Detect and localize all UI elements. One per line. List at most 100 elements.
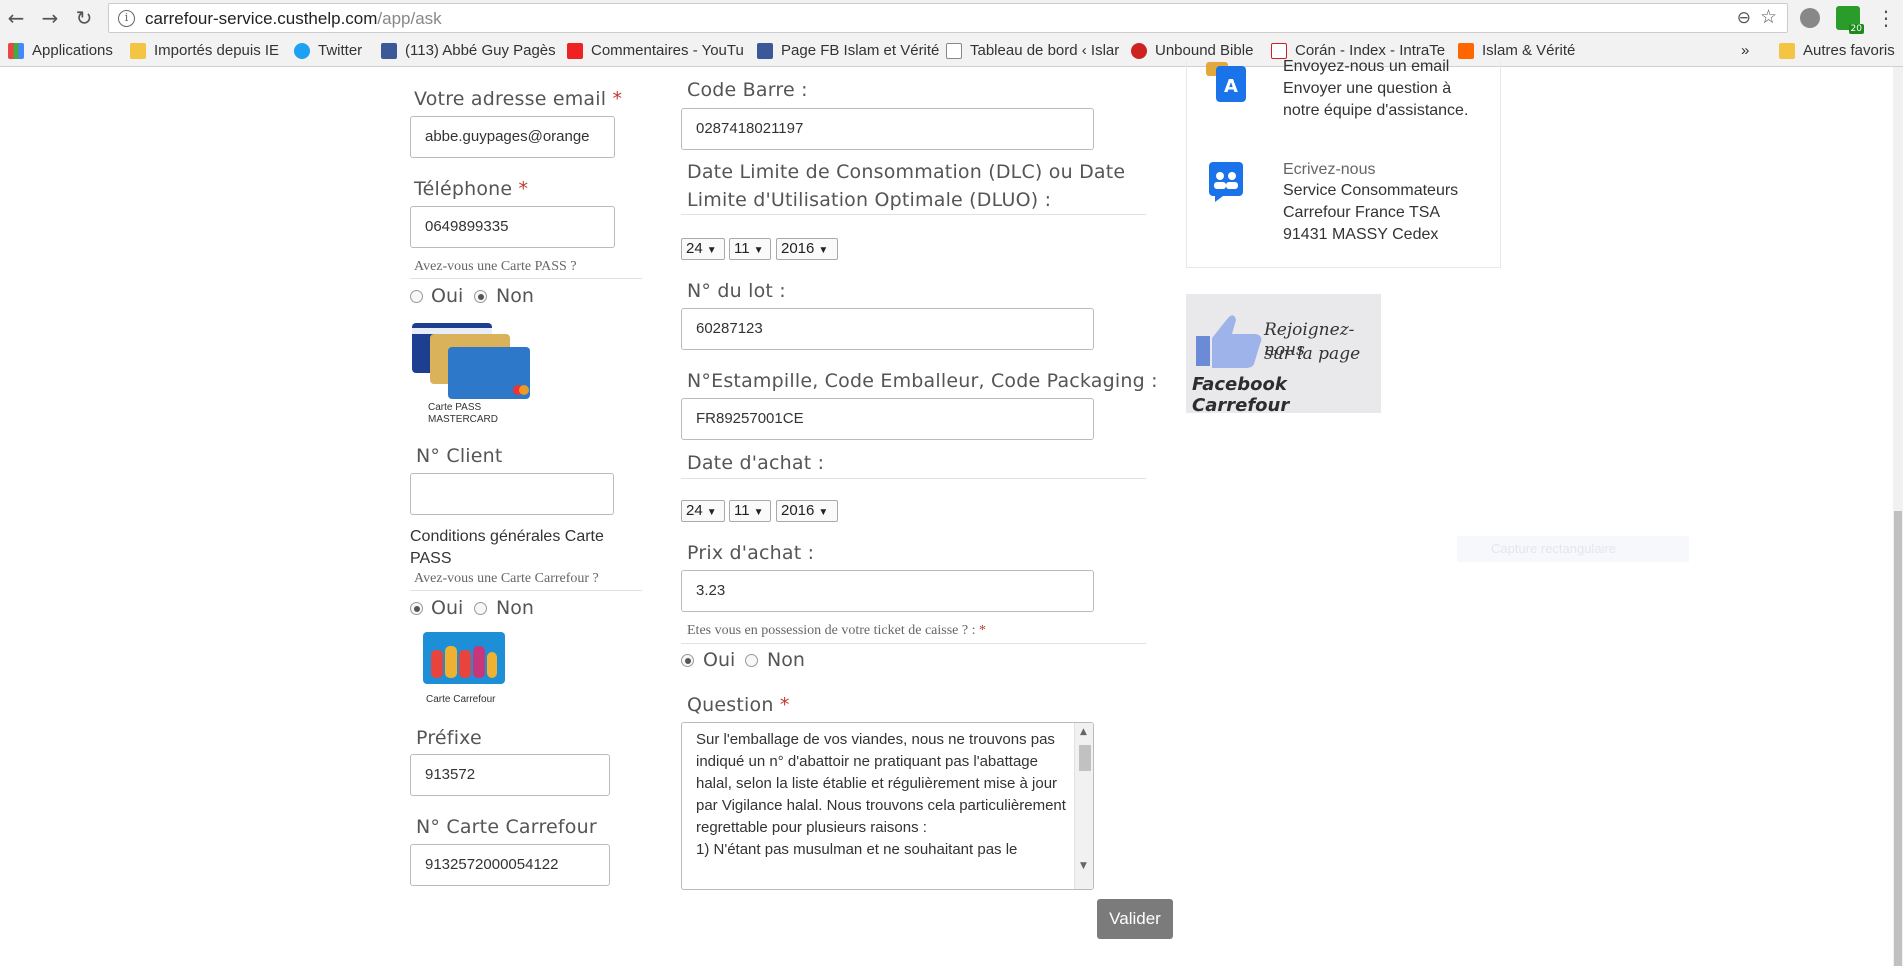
bookmark-label: Islam & Vérité xyxy=(1482,42,1576,59)
email-label: Votre adresse email * xyxy=(414,88,622,110)
page-icon xyxy=(946,42,962,59)
svg-text:A: A xyxy=(1224,76,1238,97)
scroll-down-icon[interactable]: ▼ xyxy=(1080,861,1087,871)
bookmark-other-favorites[interactable]: Autres favoris xyxy=(1779,42,1895,59)
page-scrollbar[interactable] xyxy=(1893,67,1903,966)
back-icon[interactable]: ← xyxy=(4,6,28,30)
facebook-banner[interactable]: Rejoignez-nous sur la page Facebook Carr… xyxy=(1186,294,1381,416)
bookmark-label: Twitter xyxy=(318,42,363,59)
barcode-field[interactable]: 0287418021197 xyxy=(681,108,1094,150)
lot-field[interactable]: 60287123 xyxy=(681,308,1094,350)
write-us-icon xyxy=(1209,162,1243,202)
extension-icon[interactable] xyxy=(1800,8,1820,28)
dlc-month-value: 11 xyxy=(734,240,750,257)
carrefour-yes-label[interactable]: Oui xyxy=(431,597,463,619)
dlc-year-value: 2016 xyxy=(781,240,815,257)
bookmark-star-icon[interactable]: ☆ xyxy=(1760,6,1777,28)
forward-icon[interactable]: → xyxy=(38,6,62,30)
bookmark-twitter[interactable]: Twitter xyxy=(294,42,362,59)
dlc-year-select[interactable]: 2016 ▼ xyxy=(776,238,838,260)
textarea-scrollbar[interactable]: ▲ ▼ xyxy=(1074,723,1093,889)
carrefour-no-radio[interactable] xyxy=(474,602,487,615)
client-number-field[interactable] xyxy=(410,473,614,515)
info-icon[interactable]: i xyxy=(118,10,135,27)
question-textarea[interactable]: Sur l'emballage de vos viandes, nous ne … xyxy=(681,722,1094,890)
divider xyxy=(410,278,642,279)
divider xyxy=(410,590,642,591)
dropdown-arrow-icon: ▼ xyxy=(706,245,717,256)
phone-field[interactable]: 0649899335 xyxy=(410,206,615,248)
zoom-icon[interactable]: ⊖ xyxy=(1737,8,1751,28)
address-bar[interactable]: i carrefour-service.custhelp.com/app/ask… xyxy=(108,3,1788,33)
stamp-field[interactable]: FR89257001CE xyxy=(681,398,1094,440)
bookmark-label: (113) Abbé Guy Pagès xyxy=(405,42,556,59)
email-field[interactable]: abbe.guypages@orange xyxy=(410,116,615,158)
bookmark-youtube[interactable]: Commentaires - YouTu xyxy=(567,42,744,59)
folder-icon xyxy=(1779,42,1795,59)
bookmark-apps[interactable]: Applications xyxy=(8,42,113,59)
menu-icon[interactable]: ⋮ xyxy=(1876,6,1896,30)
divider xyxy=(681,643,1146,644)
email-question-icon: A xyxy=(1206,62,1246,102)
youtube-icon xyxy=(567,42,583,59)
pass-no-radio[interactable] xyxy=(474,290,487,303)
ticket-yes-radio[interactable] xyxy=(681,654,694,667)
dlc-day-select[interactable]: 24 ▼ xyxy=(681,238,725,260)
page-scroll-thumb[interactable] xyxy=(1894,511,1902,966)
bookmark-tableau[interactable]: Tableau de bord ‹ Islar xyxy=(946,42,1119,59)
card-number-field[interactable]: 9132572000054122 xyxy=(410,844,610,886)
purchase-day-select[interactable]: 24 ▼ xyxy=(681,500,725,522)
purchase-year-select[interactable]: 2016 ▼ xyxy=(776,500,838,522)
purchase-year-value: 2016 xyxy=(781,502,815,519)
purchase-month-select[interactable]: 11 ▼ xyxy=(729,500,771,522)
pass-card-caption: Carte PASS MASTERCARD xyxy=(428,402,499,425)
contact-box: A Envoyez-nous un email Envoyer une ques… xyxy=(1186,58,1501,268)
pass-no-label[interactable]: Non xyxy=(496,285,534,307)
pass-yes-radio[interactable] xyxy=(410,290,423,303)
client-label: N° Client xyxy=(416,445,503,467)
dlc-month-select[interactable]: 11 ▼ xyxy=(729,238,771,260)
apps-grid-icon xyxy=(8,42,24,59)
scroll-thumb[interactable] xyxy=(1079,745,1091,771)
scroll-up-icon[interactable]: ▲ xyxy=(1080,727,1087,737)
ticket-question-text: Etes vous en possession de votre ticket … xyxy=(687,623,976,638)
pass-conditions-link[interactable]: Conditions générales Carte PASS xyxy=(410,526,615,570)
thumbs-up-icon xyxy=(1196,315,1262,368)
carrefour-yes-radio[interactable] xyxy=(410,602,423,615)
bookmark-ie[interactable]: Importés depuis IE xyxy=(130,42,279,59)
submit-button[interactable]: Valider xyxy=(1097,899,1173,939)
ticket-yes-label[interactable]: Oui xyxy=(703,649,735,671)
bookmark-unbound-bible[interactable]: Unbound Bible xyxy=(1131,42,1253,59)
bookmark-label: Autres favoris xyxy=(1803,42,1895,59)
overflow-chevron-icon: » xyxy=(1741,42,1750,59)
required-marker: * xyxy=(518,178,529,200)
bookmark-label: Commentaires - YouTu xyxy=(591,42,744,59)
bookmarks-bar: Applications Importés depuis IE Twitter … xyxy=(0,36,1903,67)
bookmark-facebook-abbe[interactable]: (113) Abbé Guy Pagès xyxy=(381,42,556,59)
reload-icon[interactable]: ↻ xyxy=(72,6,96,30)
capture-tooltip: Capture rectangulaire xyxy=(1457,536,1689,562)
email-us-title[interactable]: Envoyez-nous un email xyxy=(1283,56,1493,78)
folder-icon xyxy=(130,42,146,59)
bookmarks-overflow[interactable]: » xyxy=(1741,42,1749,59)
divider xyxy=(681,478,1146,479)
bookmark-label: Applications xyxy=(32,42,113,59)
dropdown-arrow-icon: ▼ xyxy=(706,507,717,518)
pass-yes-label[interactable]: Oui xyxy=(431,285,463,307)
bookmark-fb-islam[interactable]: Page FB Islam et Vérité xyxy=(757,42,939,59)
facebook-banner-line2: sur la page xyxy=(1264,344,1361,364)
facebook-icon xyxy=(381,42,397,59)
question-label: Question * xyxy=(687,694,790,716)
phone-label: Téléphone * xyxy=(414,178,528,200)
dropdown-arrow-icon: ▼ xyxy=(753,507,764,518)
prefix-field[interactable]: 913572 xyxy=(410,754,610,796)
address-line-3: 91431 MASSY Cedex xyxy=(1283,226,1439,243)
extension-badge-icon[interactable]: 20 xyxy=(1836,6,1864,34)
price-field[interactable]: 3.23 xyxy=(681,570,1094,612)
bookmark-label: Tableau de bord ‹ Islar xyxy=(970,42,1120,59)
carrefour-no-label[interactable]: Non xyxy=(496,597,534,619)
ticket-no-label[interactable]: Non xyxy=(767,649,805,671)
dlc-label-line2: Limite d'Utilisation Optimale (DLUO) : xyxy=(687,189,1052,211)
url-text[interactable]: carrefour-service.custhelp.com/app/ask xyxy=(145,9,442,29)
ticket-no-radio[interactable] xyxy=(745,654,758,667)
